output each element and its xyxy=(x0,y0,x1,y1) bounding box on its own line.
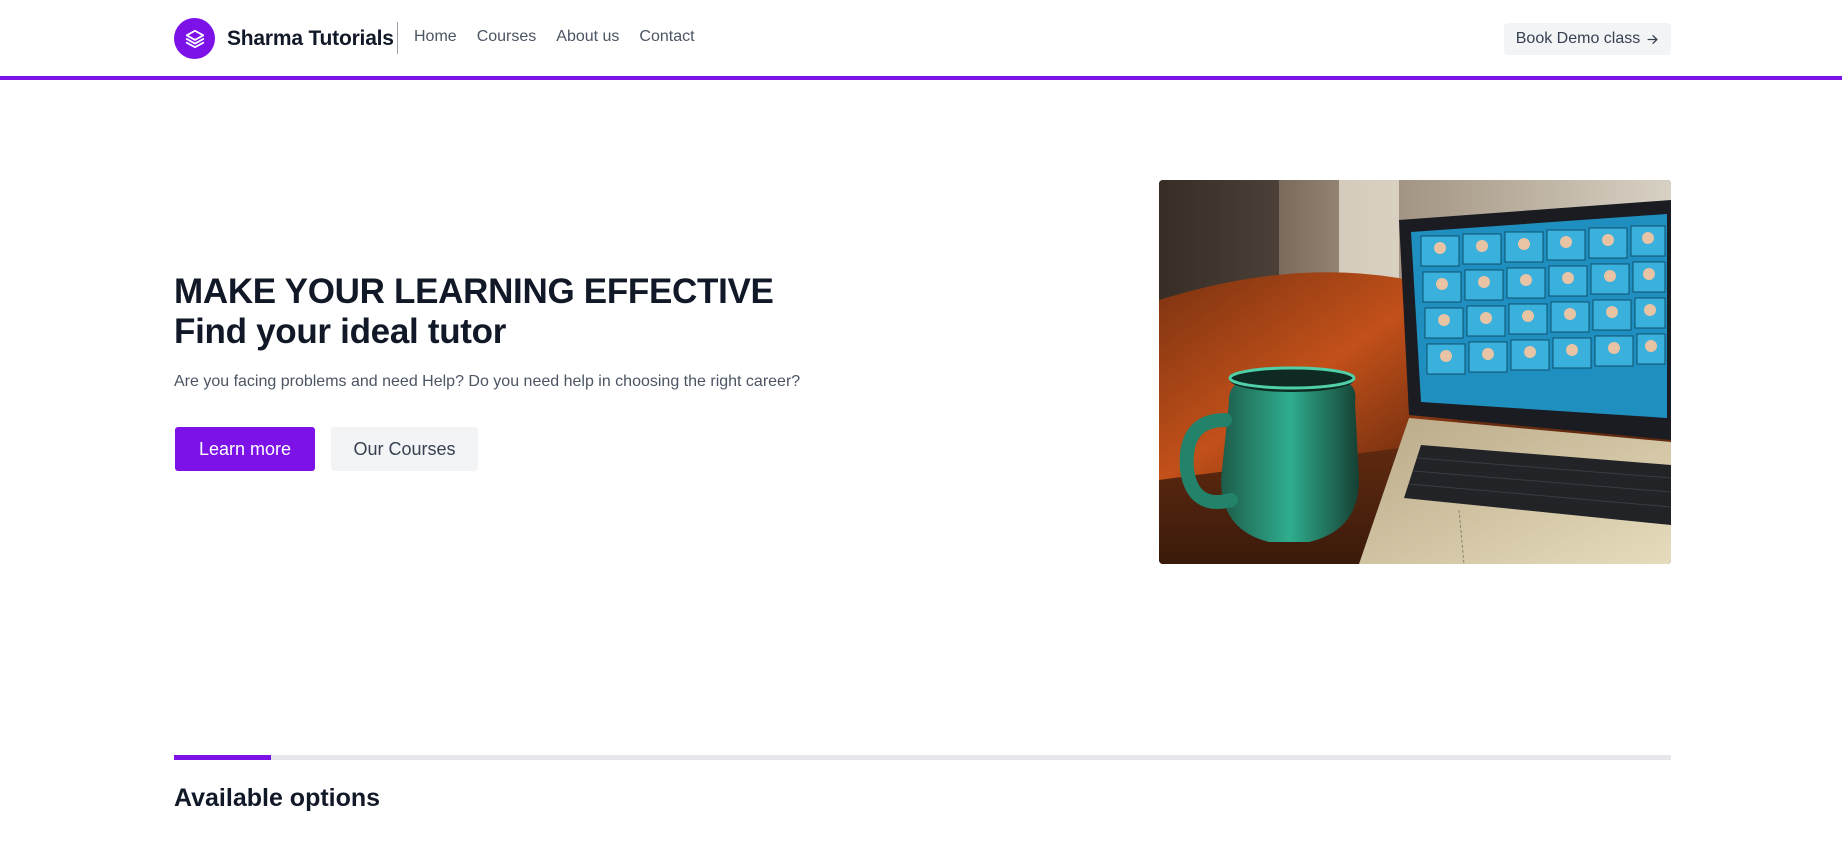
main-nav: Home Courses About us Contact xyxy=(414,28,715,46)
hero-subtitle: Are you facing problems and need Help? D… xyxy=(174,373,801,390)
nav-divider xyxy=(397,22,398,54)
nav-courses-link[interactable]: Courses xyxy=(477,28,537,46)
nav-contact-link[interactable]: Contact xyxy=(639,28,694,46)
hero-title-line2: Find your ideal tutor xyxy=(174,312,507,351)
options-progress-bar xyxy=(174,755,272,760)
hero-illustration xyxy=(1159,180,1671,564)
hero-title: MAKE YOUR LEARNING EFFECTIVE Find your i… xyxy=(174,272,774,352)
our-courses-button[interactable]: Our Courses xyxy=(331,427,478,471)
hero-title-line1: MAKE YOUR LEARNING EFFECTIVE xyxy=(174,272,774,311)
brand-name: Sharma Tutorials xyxy=(227,26,394,50)
arrow-right-icon xyxy=(1647,34,1658,44)
layers-icon xyxy=(174,18,215,59)
options-progress-track xyxy=(174,755,1671,760)
hero-image xyxy=(1159,180,1671,564)
nav-about-link[interactable]: About us xyxy=(556,28,619,46)
book-demo-button[interactable]: Book Demo class xyxy=(1504,23,1671,55)
top-navbar: Sharma Tutorials Home Courses About us C… xyxy=(0,0,1842,80)
options-title: Available options xyxy=(174,784,381,812)
learn-more-button[interactable]: Learn more xyxy=(175,427,315,471)
nav-home-link[interactable]: Home xyxy=(414,28,457,46)
book-demo-label: Book Demo class xyxy=(1515,30,1641,47)
brand[interactable]: Sharma Tutorials xyxy=(174,18,394,59)
